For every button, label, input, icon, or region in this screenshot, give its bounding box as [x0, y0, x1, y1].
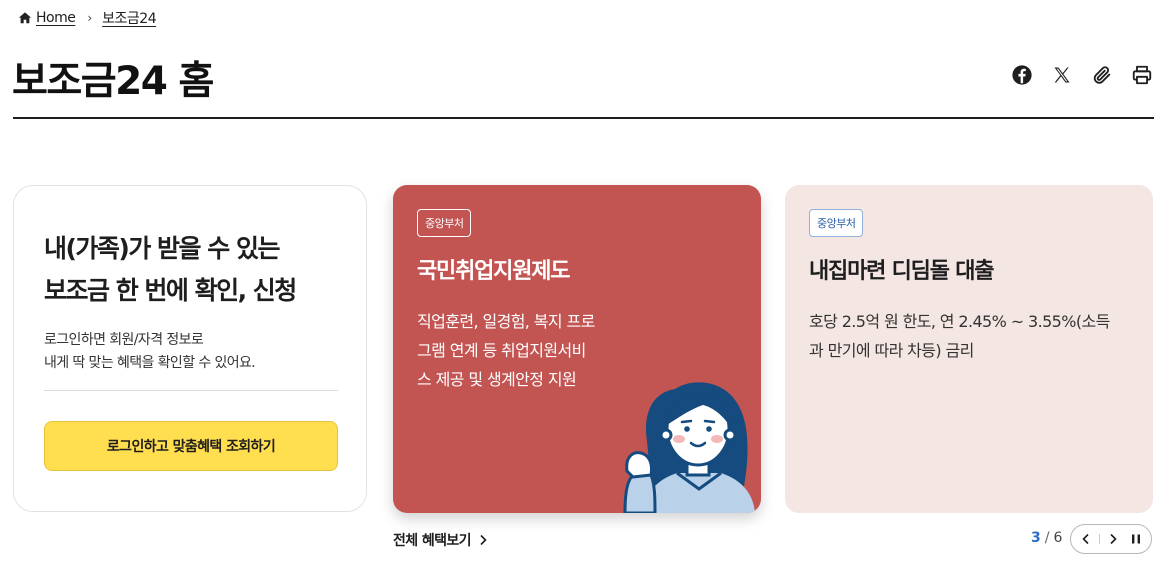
benefit-card-home-loan[interactable]: 중앙부처 내집마련 디딤돌 대출 호당 2.5억 원 한도, 연 2.45% ~… [785, 185, 1153, 513]
category-badge: 중앙부처 [417, 209, 472, 237]
pager-total: 6 [1053, 530, 1063, 546]
desc-line-1: 로그인하면 회원/자격 정보로 [44, 332, 204, 348]
woman-illustration [623, 382, 755, 513]
control-separator [1099, 534, 1101, 544]
breadcrumb-home-link[interactable]: Home [36, 10, 76, 26]
view-all-benefits-link[interactable]: 전체 혜택보기 [393, 530, 487, 550]
pager-separator: / [1044, 530, 1050, 546]
benefit-card-description: 직업훈련, 일경험, 복지 프로 그램 연계 등 취업지원서비 스 제공 및 생… [417, 307, 617, 394]
headline-line-2: 보조금 한 번에 확인, 신청 [44, 276, 297, 305]
pager-current: 3 [1031, 530, 1041, 546]
desc-line: 직업훈련, 일경험, 복지 프로 [417, 312, 595, 331]
headline-line-1: 내(가족)가 받을 수 있는 [44, 234, 280, 263]
page-title: 보조금24 홈 [12, 59, 214, 104]
title-divider [13, 117, 1154, 119]
benefit-card-description: 호당 2.5억 원 한도, 연 2.45% ~ 3.55%(소득 과 만기에 따… [809, 307, 1129, 365]
print-icon[interactable] [1131, 64, 1153, 86]
benefit-card-title: 내집마련 디딤돌 대출 [809, 259, 994, 284]
next-slide-button[interactable] [1103, 529, 1123, 549]
login-benefit-card: 내(가족)가 받을 수 있는 보조금 한 번에 확인, 신청 로그인하면 회원/… [13, 185, 367, 512]
slide-controls [1070, 524, 1152, 554]
facebook-icon[interactable] [1011, 64, 1033, 86]
chevron-right-icon [480, 534, 487, 546]
desc-line: 그램 연계 등 취업지원서비 [417, 341, 586, 360]
benefit-card-employment-support[interactable]: 중앙부처 국민취업지원제도 직업훈련, 일경험, 복지 프로 그램 연계 등 취… [393, 185, 761, 513]
chevron-right-icon [1110, 533, 1117, 545]
login-card-headline: 내(가족)가 받을 수 있는 보조금 한 번에 확인, 신청 [44, 228, 354, 312]
pause-slide-button[interactable] [1126, 529, 1146, 549]
benefit-card-title: 국민취업지원제도 [417, 259, 571, 284]
desc-line: 호당 2.5억 원 한도, 연 2.45% ~ 3.55%(소득 [809, 312, 1110, 331]
login-custom-benefits-button[interactable]: 로그인하고 맞춤혜택 조회하기 [44, 421, 338, 471]
home-icon [18, 12, 32, 24]
desc-line: 과 만기에 따라 차등) 금리 [809, 341, 974, 360]
previous-slide-button[interactable] [1076, 529, 1096, 549]
view-all-label: 전체 혜택보기 [393, 533, 472, 549]
breadcrumb: Home › 보조금24 [18, 8, 157, 28]
chevron-right-icon: › [87, 11, 93, 25]
desc-line: 스 제공 및 생계안정 지원 [417, 370, 577, 389]
category-badge: 중앙부처 [809, 209, 864, 237]
chevron-left-icon [1082, 533, 1089, 545]
login-card-description: 로그인하면 회원/자격 정보로 내게 딱 맞는 혜택을 확인할 수 있어요. [44, 329, 344, 375]
login-card-divider [44, 390, 338, 391]
slide-pager: 3 / 6 [1031, 530, 1062, 546]
x-icon[interactable] [1051, 64, 1073, 86]
pause-icon [1131, 534, 1140, 544]
breadcrumb-current-link[interactable]: 보조금24 [102, 8, 156, 28]
share-toolbar [1011, 64, 1153, 86]
desc-line-2: 내게 딱 맞는 혜택을 확인할 수 있어요. [44, 355, 256, 371]
paperclip-icon[interactable] [1091, 64, 1113, 86]
